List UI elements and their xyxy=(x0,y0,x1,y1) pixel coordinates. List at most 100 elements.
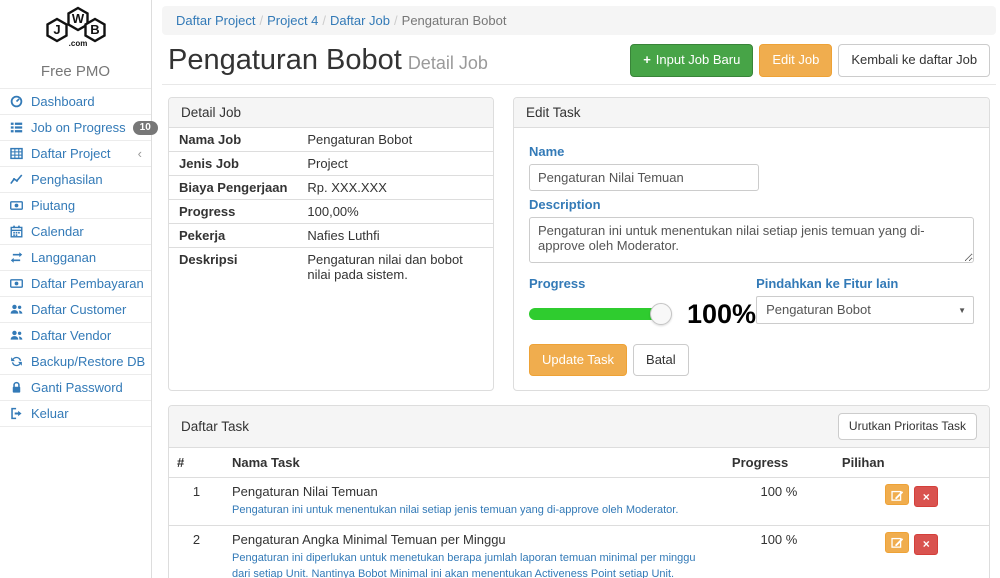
pencil-square-icon xyxy=(891,489,903,501)
sidebar-item-daftar-pembayaran[interactable]: Daftar Pembayaran xyxy=(0,270,151,296)
svg-text:.com: .com xyxy=(68,39,87,48)
page-actions: +Input Job Baru Edit Job Kembali ke daft… xyxy=(630,44,990,76)
sidebar-item-daftar-vendor[interactable]: Daftar Vendor xyxy=(0,322,151,348)
table-row: Jenis JobProject xyxy=(169,151,493,175)
brand-logo[interactable]: W J B .com xyxy=(0,0,151,59)
sidebar-item-job-on-progress[interactable]: Job on Progress 10 xyxy=(0,114,151,140)
column-nama-task: Nama Task xyxy=(224,448,724,478)
sidebar: W J B .com Free PMO Dashboard Job on Pro… xyxy=(0,0,152,578)
table-header-row: # Nama Task Progress Pilihan xyxy=(169,448,989,478)
progress-value: 100% xyxy=(687,299,756,330)
task-name-input[interactable] xyxy=(529,164,759,191)
money-icon xyxy=(9,199,24,213)
table-row: Progress100,00% xyxy=(169,199,493,223)
daftar-task-panel-title: Daftar Task xyxy=(181,419,249,434)
sidebar-item-calendar[interactable]: Calendar xyxy=(0,218,151,244)
breadcrumb-project-4[interactable]: Project 4 xyxy=(267,13,318,28)
delete-task-button[interactable]: × xyxy=(914,486,938,507)
table-row: Biaya PengerjaanRp. XXX.XXX xyxy=(169,175,493,199)
edit-task-panel-title: Edit Task xyxy=(514,98,989,128)
main-content: Daftar Project/Project 4/Daftar Job/Peng… xyxy=(152,0,1000,578)
move-to-feature-select[interactable]: Pengaturan Bobot ▼ xyxy=(756,296,974,324)
task-table: # Nama Task Progress Pilihan 1 Pengatura… xyxy=(169,448,989,578)
refresh-icon xyxy=(9,355,24,369)
table-row: PekerjaNafies Luthfi xyxy=(169,223,493,247)
column-pilihan: Pilihan xyxy=(834,448,989,478)
title-divider xyxy=(162,84,996,85)
jwb-logo-icon: W J B .com xyxy=(32,6,120,52)
edit-task-button[interactable] xyxy=(885,484,909,505)
money-icon xyxy=(9,277,24,291)
sidebar-item-backup-restore-db[interactable]: Backup/Restore DB xyxy=(0,348,151,374)
update-task-button[interactable]: Update Task xyxy=(529,344,627,376)
sidebar-item-ganti-password[interactable]: Ganti Password xyxy=(0,374,151,400)
progress-label: Progress xyxy=(529,276,756,291)
name-label: Name xyxy=(529,144,974,159)
calendar-icon xyxy=(9,225,24,239)
breadcrumb-daftar-job[interactable]: Daftar Job xyxy=(330,13,390,28)
chevron-left-icon: ‹ xyxy=(138,147,142,160)
dashboard-icon xyxy=(9,95,24,109)
description-label: Description xyxy=(529,197,974,212)
close-icon: × xyxy=(923,490,930,504)
column-no: # xyxy=(169,448,224,478)
progress-slider[interactable] xyxy=(529,308,661,320)
table-icon xyxy=(9,147,24,161)
column-progress: Progress xyxy=(724,448,834,478)
line-chart-icon xyxy=(9,173,24,187)
table-row: 2 Pengaturan Angka Minimal Temuan per Mi… xyxy=(169,525,989,578)
task-description: Pengaturan ini untuk menentukan nilai se… xyxy=(232,502,716,519)
detail-job-panel-title: Detail Job xyxy=(169,98,493,128)
breadcrumb-daftar-project[interactable]: Daftar Project xyxy=(176,13,255,28)
close-icon: × xyxy=(923,537,930,551)
page-title: Pengaturan BobotDetail Job xyxy=(168,43,488,78)
input-job-baru-button[interactable]: +Input Job Baru xyxy=(630,44,753,76)
task-name: Pengaturan Nilai Temuan xyxy=(232,484,716,499)
kembali-ke-daftar-job-button[interactable]: Kembali ke daftar Job xyxy=(838,44,990,76)
table-row: Nama JobPengaturan Bobot xyxy=(169,128,493,152)
table-row: 1 Pengaturan Nilai TemuanPengaturan ini … xyxy=(169,478,989,526)
edit-task-panel: Edit Task Name Description Pengaturan in… xyxy=(513,97,990,391)
svg-text:W: W xyxy=(71,11,84,26)
move-to-feature-label: Pindahkan ke Fitur lain xyxy=(756,276,974,291)
task-description: Pengaturan ini diperlukan untuk menetuka… xyxy=(232,550,716,578)
sidebar-item-dashboard[interactable]: Dashboard xyxy=(0,88,151,114)
delete-task-button[interactable]: × xyxy=(914,534,938,555)
urutkan-prioritas-task-button[interactable]: Urutkan Prioritas Task xyxy=(838,413,977,440)
pencil-square-icon xyxy=(891,536,903,548)
svg-text:J: J xyxy=(53,22,60,37)
breadcrumb-separator: / xyxy=(318,13,330,28)
sidebar-item-penghasilan[interactable]: Penghasilan xyxy=(0,166,151,192)
sign-out-icon xyxy=(9,407,24,421)
sidebar-item-piutang[interactable]: Piutang xyxy=(0,192,151,218)
edit-job-button[interactable]: Edit Job xyxy=(759,44,832,76)
caret-down-icon: ▼ xyxy=(958,306,966,315)
plus-icon: + xyxy=(643,51,651,69)
edit-task-button[interactable] xyxy=(885,532,909,553)
table-row: DeskripsiPengaturan nilai dan bobot nila… xyxy=(169,247,493,286)
detail-job-table: Nama JobPengaturan Bobot Jenis JobProjec… xyxy=(169,128,493,286)
breadcrumb: Daftar Project/Project 4/Daftar Job/Peng… xyxy=(162,6,996,35)
breadcrumb-separator: / xyxy=(390,13,402,28)
sidebar-item-daftar-project[interactable]: Daftar Project ‹ xyxy=(0,140,151,166)
detail-job-panel: Detail Job Nama JobPengaturan Bobot Jeni… xyxy=(168,97,494,391)
task-name: Pengaturan Angka Minimal Temuan per Ming… xyxy=(232,532,716,547)
page-subtitle: Detail Job xyxy=(408,53,488,73)
svg-text:B: B xyxy=(90,22,99,37)
lock-icon xyxy=(9,381,24,395)
users-icon xyxy=(9,329,24,343)
sidebar-item-daftar-customer[interactable]: Daftar Customer xyxy=(0,296,151,322)
app-window: W J B .com Free PMO Dashboard Job on Pro… xyxy=(0,0,1000,578)
brand-name: Free PMO xyxy=(0,59,151,88)
users-icon xyxy=(9,303,24,317)
batal-button[interactable]: Batal xyxy=(633,344,689,376)
sidebar-item-langganan[interactable]: Langganan xyxy=(0,244,151,270)
sidebar-item-keluar[interactable]: Keluar xyxy=(0,400,151,427)
progress-slider-handle[interactable] xyxy=(650,303,672,325)
exchange-icon xyxy=(9,251,24,265)
task-description-textarea[interactable]: Pengaturan ini untuk menentukan nilai se… xyxy=(529,217,974,263)
daftar-task-panel: Daftar Task Urutkan Prioritas Task # Nam… xyxy=(168,405,990,578)
job-list-icon xyxy=(9,121,24,135)
sidebar-nav: Dashboard Job on Progress 10 Daftar Proj… xyxy=(0,88,151,427)
breadcrumb-separator: / xyxy=(255,13,267,28)
